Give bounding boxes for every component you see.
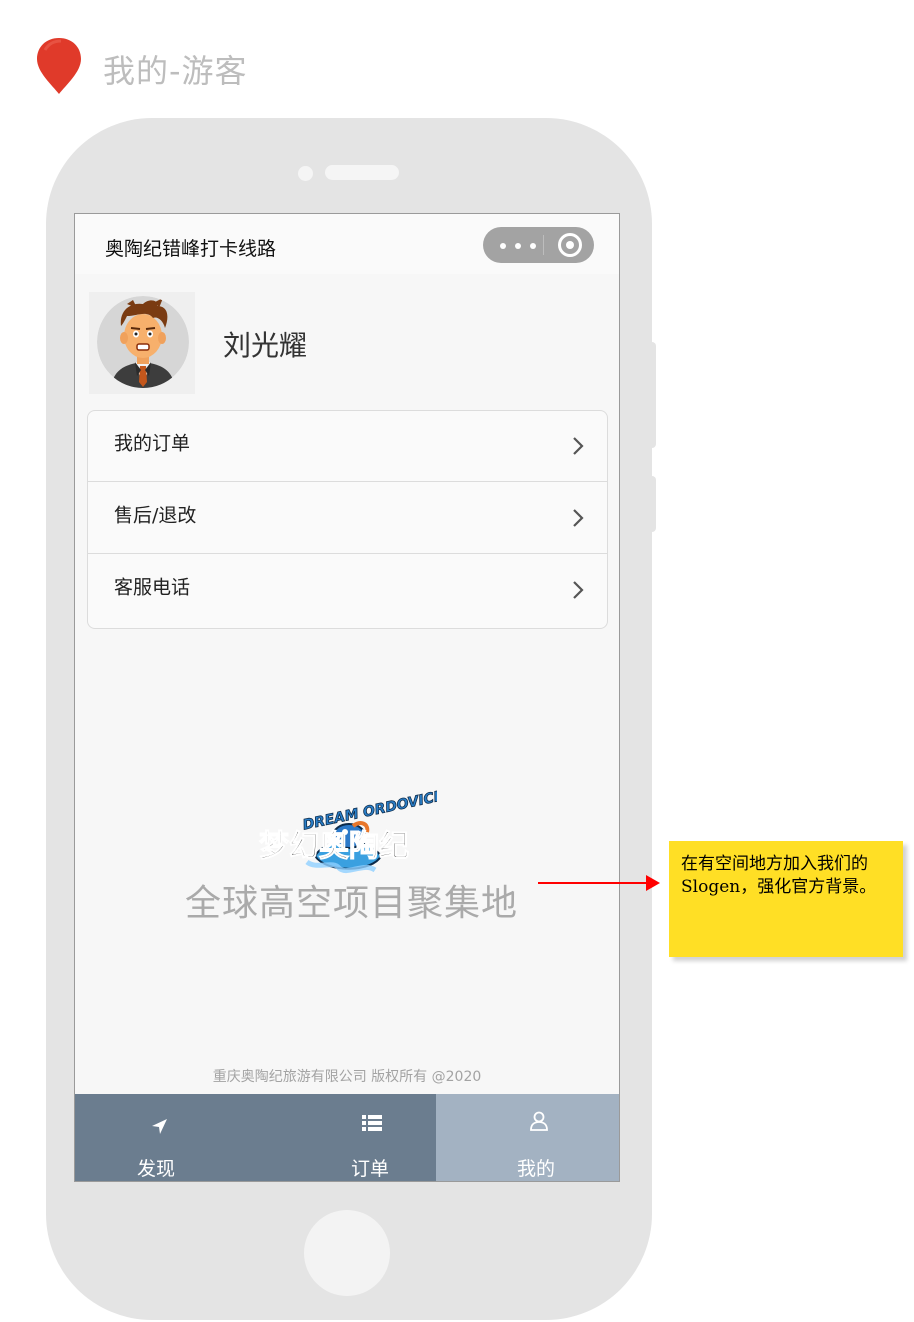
avatar-container	[89, 292, 195, 394]
menu-item-after-sales[interactable]: 售后/退改	[88, 483, 607, 554]
close-target-icon[interactable]	[558, 233, 582, 257]
menu-item-label: 售后/退改	[114, 504, 197, 527]
navigation-arrow-icon	[152, 1119, 167, 1134]
menu-item-label: 我的订单	[114, 432, 191, 455]
chevron-right-icon	[573, 437, 584, 455]
phone-home-button[interactable]	[304, 1210, 390, 1296]
tab-label: 订单	[351, 1158, 390, 1180]
nav-title: 奥陶纪错峰打卡线路	[105, 238, 277, 260]
menu-item-customer-service[interactable]: 客服电话	[88, 555, 607, 626]
more-dots-icon[interactable]	[500, 243, 536, 249]
phone-speaker	[325, 165, 399, 180]
menu-item-label: 客服电话	[114, 576, 191, 599]
profile-menu: 我的订单 售后/退改 客服电话	[87, 410, 608, 629]
tab-label: 发现	[137, 1158, 176, 1180]
capsule-divider	[543, 235, 544, 255]
bottom-tab-bar: 发现 订单 我的	[75, 1094, 619, 1181]
user-icon	[530, 1111, 548, 1131]
phone-camera	[298, 166, 313, 181]
logo-english-text: DREAM ORDOVICIAN	[301, 790, 437, 834]
mini-program-navbar: 奥陶纪错峰打卡线路	[75, 214, 619, 274]
brand-slogan: 全球高空项目聚集地	[185, 883, 519, 924]
avatar[interactable]	[97, 296, 189, 388]
list-icon	[362, 1115, 382, 1131]
copyright-text: 重庆奥陶纪旅游有限公司 版权所有 @2020	[212, 1069, 482, 1085]
tab-label: 我的	[517, 1158, 556, 1180]
brand-logo: DREAM ORDOVICIAN 梦幻奥陶纪	[259, 790, 437, 874]
tab-mine[interactable]: 我的	[436, 1094, 619, 1181]
logo-chinese-text: 梦幻奥陶纪	[259, 829, 409, 864]
phone-side-button	[646, 342, 656, 448]
annotation-sticky-note: 在有空间地方加入我们的Slogen，强化官方背景。	[669, 841, 903, 957]
annotation-arrow-head	[646, 875, 660, 891]
chevron-right-icon	[573, 581, 584, 599]
chevron-right-icon	[573, 509, 584, 527]
annotation-arrow	[538, 882, 650, 884]
tab-discover[interactable]: 发现	[75, 1094, 239, 1181]
phone-screen: 奥陶纪错峰打卡线路 刘光耀 我的订单 售后/退改 客服电话 DREAM ORDO…	[74, 213, 620, 1182]
map-pin-icon	[37, 38, 81, 94]
page-title: 我的-游客	[103, 52, 248, 90]
user-name: 刘光耀	[223, 329, 308, 362]
tab-orders[interactable]: 订单	[239, 1094, 436, 1181]
phone-side-button	[646, 476, 656, 532]
mini-program-capsule	[483, 227, 594, 263]
menu-item-my-orders[interactable]: 我的订单	[88, 411, 607, 482]
